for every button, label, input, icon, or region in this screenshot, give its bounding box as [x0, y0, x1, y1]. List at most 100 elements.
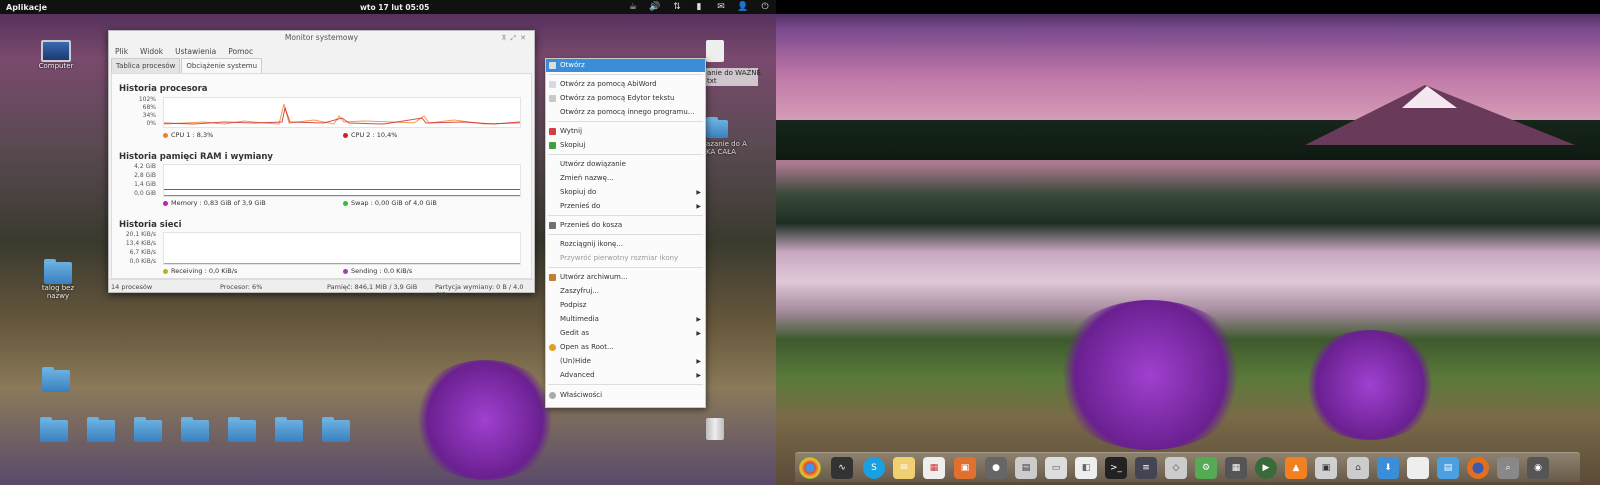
installer-icon[interactable]: ▣: [1315, 457, 1337, 479]
mail-client-icon[interactable]: ✉: [893, 457, 915, 479]
menu-multimedia[interactable]: Multimedia ▶: [546, 313, 705, 326]
menu-copy-to[interactable]: Skopiuj do ▶: [546, 186, 705, 199]
menu-create-archive-label: Utwórz archiwum...: [560, 273, 628, 281]
calendar-icon[interactable]: ▦: [923, 457, 945, 479]
mem-history-title: Historia pamięci RAM i wymiany: [119, 152, 273, 162]
skype-icon[interactable]: S: [863, 457, 885, 479]
folder-music[interactable]: [87, 417, 115, 442]
folder-videos[interactable]: [134, 417, 162, 442]
status-swap: Partycja wymiany: 0 B / 4,0 GiB: [435, 283, 524, 299]
menu-unhide-label: (Un)Hide: [560, 357, 591, 365]
folder-a[interactable]: [706, 117, 728, 138]
file-icon[interactable]: [706, 40, 724, 62]
package-icon[interactable]: ◇: [1165, 457, 1187, 479]
volume-icon[interactable]: 🔊: [644, 0, 666, 14]
copy-icon: [549, 142, 556, 149]
settings-icon[interactable]: ⚙: [1195, 457, 1217, 479]
tab-processes[interactable]: Tablica procesów: [111, 58, 181, 73]
menu-help[interactable]: Pomoc: [228, 45, 253, 58]
menu-view[interactable]: Widok: [140, 45, 163, 58]
window-titlebar[interactable]: Monitor systemowy ⊼⤢✕: [109, 31, 534, 45]
folder-documents[interactable]: [275, 417, 303, 442]
document-icon[interactable]: [1407, 457, 1429, 479]
trash-icon[interactable]: [706, 418, 724, 440]
menu-unhide[interactable]: (Un)Hide ▶: [546, 355, 705, 368]
mail-icon[interactable]: ✉: [710, 0, 732, 14]
camera-icon[interactable]: ●: [985, 457, 1007, 479]
search-icon[interactable]: ⌕: [1497, 457, 1519, 479]
tab-system-load[interactable]: Obciążenie systemu: [181, 58, 263, 73]
menu-file[interactable]: Plik: [115, 45, 128, 58]
chevron-right-icon: ▶: [696, 330, 701, 337]
folder-icon: [44, 259, 72, 284]
folder-pictures[interactable]: [322, 417, 350, 442]
home-folder-icon[interactable]: ⌂: [1347, 457, 1369, 479]
menu-open-editor[interactable]: Otwórz za pomocą Edytor tekstu: [546, 92, 705, 105]
screenshot-icon[interactable]: ◉: [1527, 457, 1549, 479]
vlc-icon[interactable]: ▲: [1285, 457, 1307, 479]
mem-ytick: 1,4 GiB: [134, 181, 156, 188]
folder-tools[interactable]: [181, 417, 209, 442]
computer-desktop-icon[interactable]: Computer: [34, 40, 78, 70]
files-icon[interactable]: ▤: [1015, 457, 1037, 479]
clock[interactable]: wto 17 lut 05:05: [360, 3, 429, 12]
cpu-graph: [163, 97, 521, 128]
menu-move-to-trash[interactable]: Przenieś do kosza: [546, 219, 705, 232]
menu-rename[interactable]: Zmień nazwę...: [546, 172, 705, 185]
cpu-ytick: 102%: [138, 96, 156, 103]
folder-home[interactable]: [228, 417, 256, 442]
menu-encrypt[interactable]: Zaszyfruj...: [546, 285, 705, 298]
folder-desktop[interactable]: [38, 367, 74, 392]
context-menu: Otwórz Otwórz za pomocą AbiWord Otwórz z…: [545, 58, 706, 408]
cpu1-legend-text: CPU 1 : 8,3%: [171, 131, 214, 139]
media-player-icon[interactable]: ▶: [1255, 457, 1277, 479]
system-monitor-icon[interactable]: ∿: [831, 457, 853, 479]
terminal-icon[interactable]: >_: [1105, 457, 1127, 479]
download-icon[interactable]: ⬇: [1377, 457, 1399, 479]
menu-open-other[interactable]: Otwórz za pomocą innego programu...: [546, 106, 705, 119]
firefox-icon[interactable]: [1467, 457, 1489, 479]
pin-icon[interactable]: ⊼: [501, 34, 510, 42]
applications-menu[interactable]: Aplikacje: [0, 3, 47, 12]
computer-icon: [41, 40, 71, 62]
menu-gedit-as[interactable]: Gedit as ▶: [546, 327, 705, 340]
power-icon[interactable]: ⏻: [754, 0, 776, 14]
user-icon[interactable]: 👤: [732, 0, 754, 14]
menu-settings[interactable]: Ustawienia: [175, 45, 216, 58]
window-manager-icon[interactable]: ▤: [1437, 457, 1459, 479]
tab-bar: Tablica procesów Obciążenie systemu: [109, 58, 534, 73]
photos-icon[interactable]: ▣: [954, 457, 976, 479]
folder-unnamed-label: talog bez nazwy: [41, 284, 75, 300]
menu-stretch-icon[interactable]: Rozciągnij ikonę...: [546, 238, 705, 251]
menu-open-as-root[interactable]: Open as Root...: [546, 341, 705, 354]
menu-move-to[interactable]: Przenieś do ▶: [546, 200, 705, 213]
maximize-icon[interactable]: ⤢: [511, 34, 521, 42]
close-icon[interactable]: ✕: [520, 34, 530, 42]
mem-ytick: 2,8 GiB: [134, 172, 156, 179]
abiword-icon: [549, 81, 556, 88]
text-editor-icon[interactable]: ≡: [1135, 457, 1157, 479]
image-viewer-icon[interactable]: ◧: [1075, 457, 1097, 479]
menu-create-archive[interactable]: Utwórz archiwum...: [546, 271, 705, 284]
menu-cut[interactable]: Wytnij: [546, 125, 705, 138]
folder-downloads[interactable]: [40, 417, 68, 442]
net-ytick: 0,0 KiB/s: [129, 258, 156, 265]
drive-icon[interactable]: ▭: [1045, 457, 1067, 479]
documents-folder-icon: [275, 417, 303, 442]
menu-open[interactable]: Otwórz: [546, 59, 705, 72]
menu-properties[interactable]: Właściwości: [546, 389, 705, 402]
network-icon[interactable]: ⇅: [666, 0, 688, 14]
gear-icon: [549, 392, 556, 399]
menu-sign[interactable]: Podpisz: [546, 299, 705, 312]
battery-icon[interactable]: ▮: [688, 0, 710, 14]
separator: [548, 234, 703, 235]
menu-copy[interactable]: Skopiuj: [546, 139, 705, 152]
calculator-icon[interactable]: ▦: [1225, 457, 1247, 479]
menu-advanced[interactable]: Advanced ▶: [546, 369, 705, 382]
menu-multimedia-label: Multimedia: [560, 315, 599, 323]
menu-create-link[interactable]: Utwórz dowiązanie: [546, 158, 705, 171]
folder-unnamed[interactable]: talog bez nazwy: [30, 259, 86, 300]
coffee-icon[interactable]: ☕: [622, 0, 644, 14]
chrome-icon[interactable]: [799, 457, 821, 479]
menu-open-abiword[interactable]: Otwórz za pomocą AbiWord: [546, 78, 705, 91]
